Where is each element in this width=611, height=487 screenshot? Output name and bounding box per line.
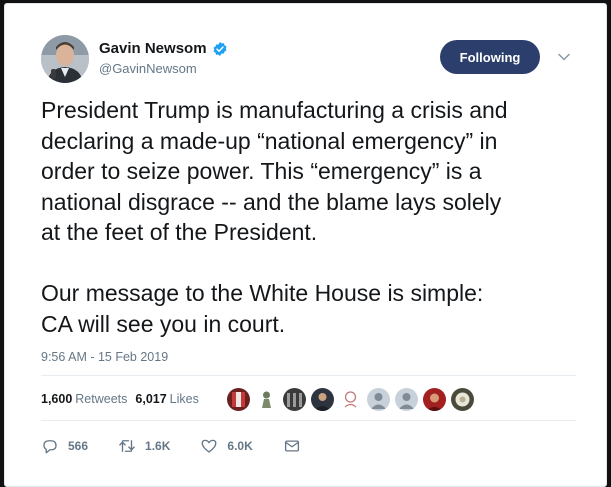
reply-count: 566 [68, 439, 89, 453]
like-count: 6.0K [227, 439, 253, 453]
verified-badge-icon [213, 41, 227, 56]
tweet-card: Gavin Newsom @GavinNewsom Following Pres… [4, 3, 607, 487]
heart-icon [201, 439, 217, 453]
liker-avatar[interactable] [283, 388, 306, 411]
direct-message-action[interactable] [283, 437, 301, 455]
tweet-timestamp[interactable]: 9:56 AM - 15 Feb 2019 [41, 350, 168, 364]
author-name[interactable]: Gavin Newsom [99, 40, 207, 57]
likes-count: 6,017 [135, 392, 167, 406]
liker-avatar[interactable] [311, 388, 334, 411]
tweet-text: President Trump is manufacturing a crisi… [41, 97, 508, 337]
reply-icon [43, 440, 57, 454]
liker-avatar[interactable] [367, 388, 390, 411]
envelope-icon [284, 440, 299, 452]
stats-divider-bottom [41, 420, 576, 421]
retweet-icon [119, 440, 135, 452]
retweets-count: 1,600 [41, 392, 73, 406]
author-handle[interactable]: @GavinNewsom [99, 61, 197, 76]
likes-stat[interactable]: 6,017 Likes [135, 392, 198, 406]
liker-avatar[interactable] [451, 388, 474, 411]
retweets-label: Retweets [75, 392, 128, 406]
tweet-actions: 566 1.6K 6.0K [41, 437, 331, 455]
stats-divider-top [41, 375, 576, 376]
engagement-stats: 1,600 Retweets 6,017 Likes [41, 392, 199, 406]
liker-avatar[interactable] [339, 388, 362, 411]
retweets-stat[interactable]: 1,600 Retweets [41, 392, 127, 406]
liker-avatar[interactable] [395, 388, 418, 411]
retweet-count: 1.6K [145, 439, 171, 453]
liker-avatar[interactable] [423, 388, 446, 411]
like-action[interactable]: 6.0K [200, 437, 253, 455]
retweet-action[interactable]: 1.6K [118, 437, 170, 455]
author-avatar[interactable] [41, 35, 89, 83]
following-button[interactable]: Following [440, 40, 540, 74]
liker-avatars [227, 388, 474, 411]
liker-avatar[interactable] [227, 388, 250, 411]
reply-action[interactable]: 566 [41, 437, 88, 455]
chevron-down-icon[interactable] [557, 50, 571, 64]
liker-avatar[interactable] [255, 388, 278, 411]
likes-label: Likes [169, 392, 199, 406]
